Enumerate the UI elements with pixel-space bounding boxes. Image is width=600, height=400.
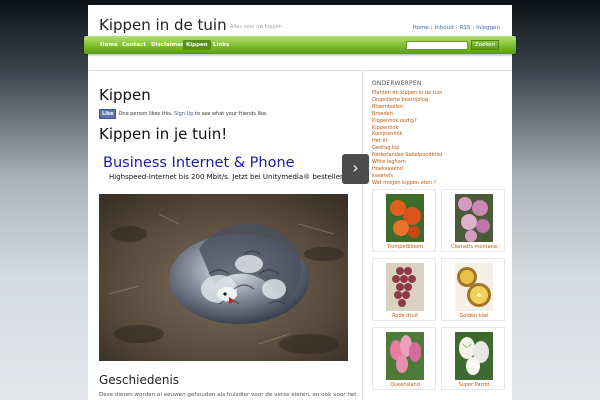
top-links: Home | Inhoud | RSS | Inloggen xyxy=(413,25,500,31)
plant-tile[interactable]: Queensland xyxy=(372,327,436,390)
sidebar-link[interactable]: Wat mogen kippen eten ? xyxy=(372,180,442,187)
sidebar-link[interactable]: Het ei xyxy=(372,138,442,145)
main-column: Kippen Like One person likes this. Sign U… xyxy=(88,71,369,400)
plant-caption[interactable]: Queensland xyxy=(373,382,437,388)
page-title: Kippen xyxy=(99,86,151,104)
plant-caption[interactable]: Trompetbloem xyxy=(373,244,437,250)
site-header: Kippen in de tuin Alles over uw kippen H… xyxy=(88,5,512,37)
search-button[interactable]: Zoeken xyxy=(471,40,499,50)
sidebar-link[interactable]: Ongediertе bestrijding xyxy=(372,97,442,104)
plant-tile[interactable]: Rode druif xyxy=(372,258,436,321)
plant-caption[interactable]: Golden kiwi xyxy=(442,313,506,319)
facebook-signup-link[interactable]: Sign Up xyxy=(174,111,193,117)
article-heading: Kippen in je tuin! xyxy=(99,125,228,143)
sidebar: ONDERWERPEN Planten en kippen in de tuin… xyxy=(364,71,512,400)
facebook-like-text: to see what your friends like. xyxy=(195,111,268,117)
plant-tile[interactable]: Golden kiwi xyxy=(441,258,505,321)
facebook-like-count: One person likes this. xyxy=(118,111,173,117)
plant-image[interactable] xyxy=(386,194,424,242)
facebook-like-button[interactable]: Like xyxy=(99,109,117,119)
nav-disclaimer[interactable]: Disclaimer xyxy=(151,42,184,48)
sidebar-link[interactable]: Hoeksaeend xyxy=(372,166,442,173)
plant-caption[interactable]: Super Parrot xyxy=(442,382,506,388)
ad-description: Highspeed-Internet bis 200 Mbit/s. Jetzt… xyxy=(109,173,348,181)
sidebar-link[interactable]: Kippenhok oudig? xyxy=(372,118,442,125)
nav-kippen[interactable]: Kippen xyxy=(183,40,211,50)
nav-home[interactable]: Home xyxy=(100,42,118,48)
plant-tile[interactable]: Clematis montana xyxy=(441,189,505,252)
article-body: Deze dieren worden al eeuwen gehouden al… xyxy=(99,392,357,398)
search-input[interactable] xyxy=(406,41,468,50)
sidebar-link[interactable]: Broeden xyxy=(372,111,442,118)
plant-caption[interactable]: Clematis montana xyxy=(442,244,506,250)
plant-image[interactable] xyxy=(386,332,424,380)
site-tagline: Alles over uw kippen xyxy=(230,24,282,30)
plant-tile[interactable]: Super Parrot xyxy=(441,327,505,390)
top-link-inhoud[interactable]: Inhoud xyxy=(435,25,454,31)
plant-image[interactable] xyxy=(455,263,493,311)
plant-caption[interactable]: Rode druif xyxy=(373,313,437,319)
ad-title[interactable]: Business Internet & Phone xyxy=(103,155,295,171)
sidebar-link[interactable]: Nederlandse Sabelpoodkriel xyxy=(372,152,442,159)
plant-image[interactable] xyxy=(455,332,493,380)
top-link-rss[interactable]: RSS xyxy=(459,25,470,31)
sidebar-link[interactable]: Kippenhok xyxy=(372,125,442,132)
chicken-photo-illustration xyxy=(99,194,348,361)
plant-image[interactable] xyxy=(386,263,424,311)
main-navigation: Home Contact Disclaimer Kippen Links Zoe… xyxy=(84,36,516,54)
plant-image[interactable] xyxy=(455,194,493,242)
sidebar-link[interactable]: Witte leghorn xyxy=(372,159,442,166)
chicken-photo xyxy=(99,194,348,361)
sidebar-link[interactable]: Bloembollen xyxy=(372,104,442,111)
content-area: Kippen Like One person likes this. Sign U… xyxy=(88,70,512,400)
top-link-separator: | xyxy=(472,25,475,31)
plant-tile[interactable]: Trompetbloem xyxy=(372,189,436,252)
page-container: Kippen in de tuin Alles over uw kippen H… xyxy=(88,5,512,400)
nav-contact[interactable]: Contact xyxy=(122,42,146,48)
site-title[interactable]: Kippen in de tuin xyxy=(99,16,227,34)
sidebar-topic-list: Planten en kippen in de tuin Ongediertе … xyxy=(372,90,442,187)
top-link-separator: | xyxy=(430,25,433,31)
advertisement[interactable]: Business Internet & Phone Highspeed-Inte… xyxy=(99,153,369,199)
top-link-home[interactable]: Home xyxy=(413,25,429,31)
sidebar-link[interactable]: Planten en kippen in de tuin xyxy=(372,90,442,97)
sidebar-title: ONDERWERPEN xyxy=(372,80,422,87)
top-link-inloggen[interactable]: Inloggen xyxy=(476,25,500,31)
top-link-separator: | xyxy=(455,25,458,31)
facebook-like-widget: Like One person likes this. Sign Up to se… xyxy=(99,109,268,119)
sidebar-link[interactable]: Gedrag kip xyxy=(372,145,442,152)
section-heading: Geschiedenis xyxy=(99,373,180,387)
nav-links[interactable]: Links xyxy=(213,42,229,48)
sidebar-link[interactable]: Konijnenhok xyxy=(372,131,442,138)
sidebar-link[interactable]: kwartels xyxy=(372,173,442,180)
